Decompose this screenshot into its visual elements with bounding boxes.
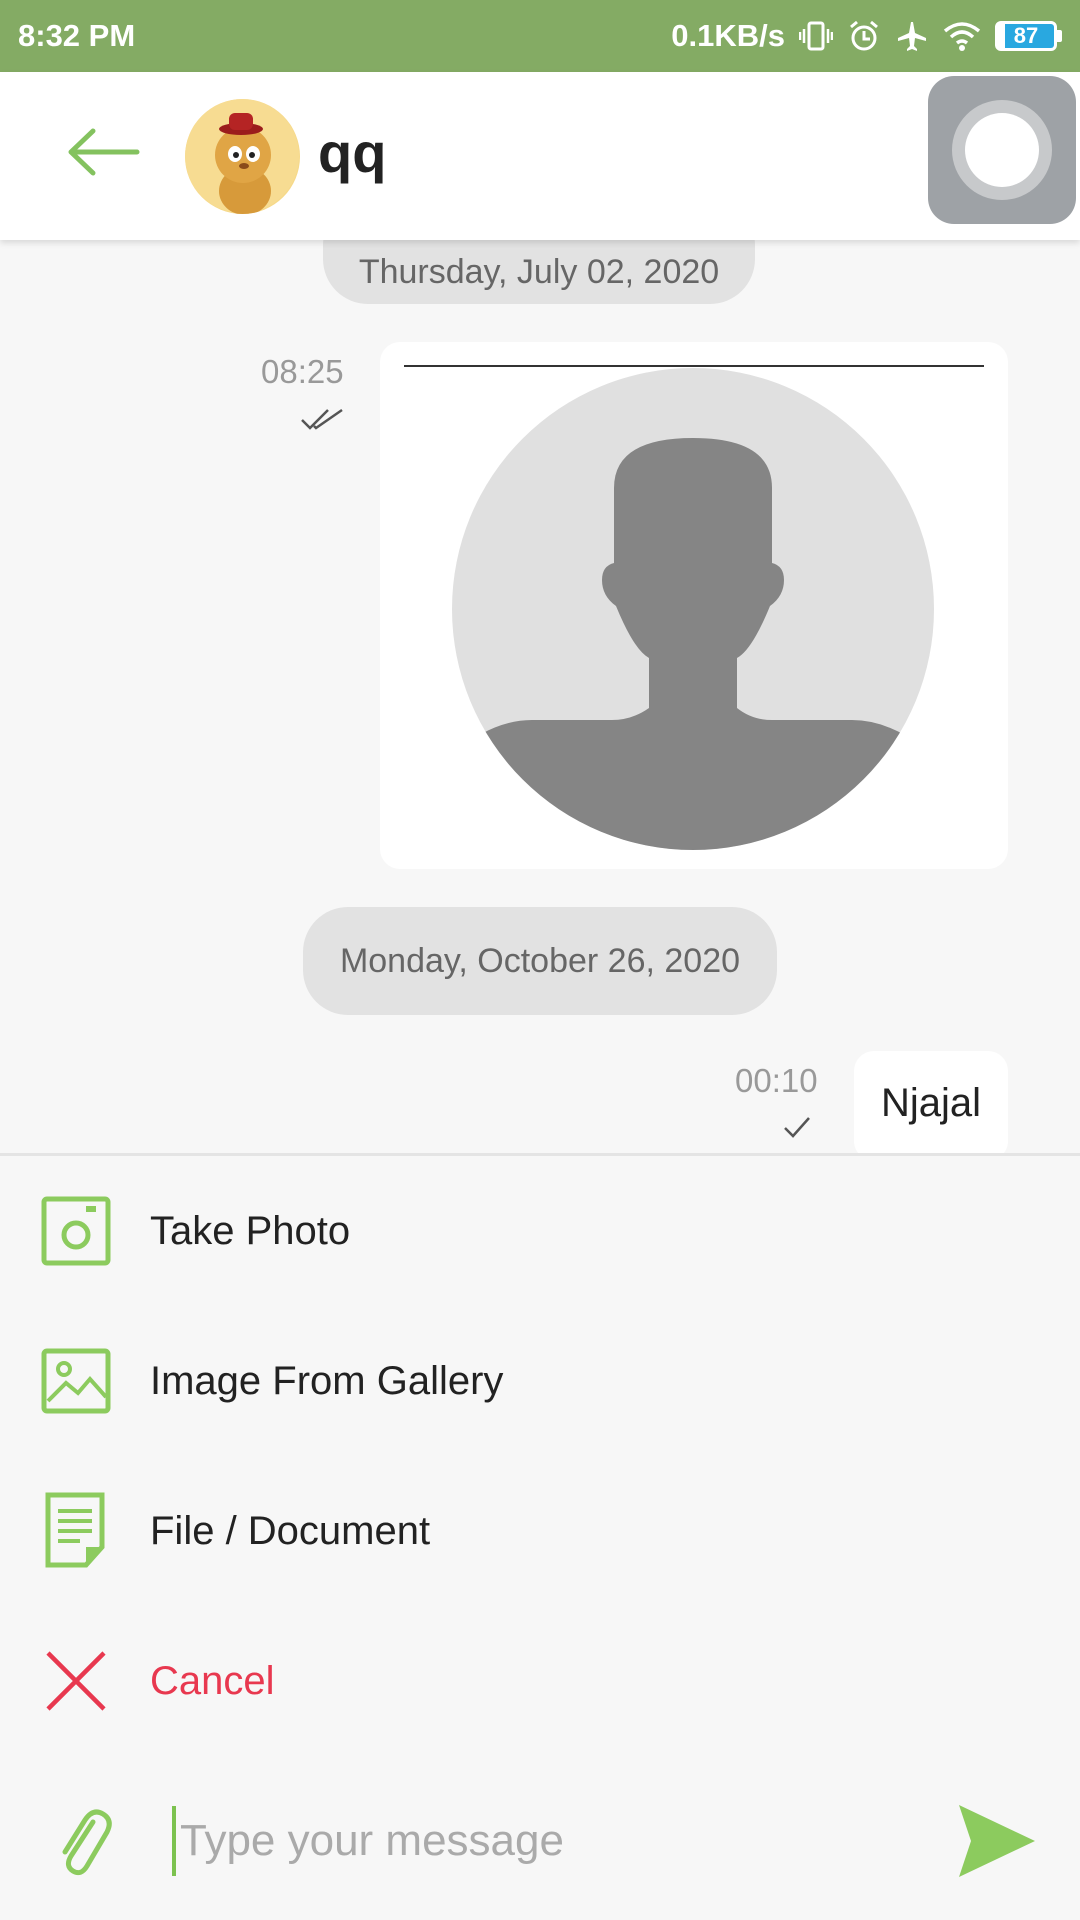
camera-icon bbox=[38, 1193, 114, 1269]
message-input[interactable] bbox=[172, 1806, 932, 1876]
attach-button[interactable] bbox=[48, 1802, 118, 1882]
image-divider bbox=[404, 365, 984, 367]
contact-avatar[interactable] bbox=[185, 99, 300, 214]
text-message[interactable]: Njajal bbox=[854, 1051, 1008, 1154]
gallery-icon bbox=[38, 1343, 114, 1419]
message-time: 00:10 bbox=[735, 1062, 818, 1099]
message-time: 08:25 bbox=[261, 353, 344, 390]
menu-item-cancel[interactable]: Cancel bbox=[0, 1606, 1080, 1756]
paperclip-icon bbox=[62, 1809, 112, 1876]
menu-item-take-photo[interactable]: Take Photo bbox=[0, 1156, 1080, 1306]
menu-item-label: Image From Gallery bbox=[150, 1358, 504, 1403]
status-time: 8:32 PM bbox=[18, 18, 136, 53]
message-composer bbox=[0, 1770, 1080, 1920]
back-button[interactable] bbox=[62, 122, 144, 182]
close-icon bbox=[38, 1643, 114, 1719]
send-button[interactable] bbox=[956, 1800, 1038, 1882]
chat-messages[interactable]: Thursday, July 02, 2020 08:25 Monday, Oc… bbox=[0, 240, 1080, 1154]
network-speed: 0.1KB/s bbox=[671, 18, 785, 53]
document-icon bbox=[38, 1492, 114, 1569]
vibrate-icon bbox=[799, 16, 833, 56]
message-text: Njajal bbox=[880, 1081, 982, 1125]
date-separator: Thursday, July 02, 2020 bbox=[323, 240, 755, 304]
person-placeholder-icon bbox=[452, 368, 934, 850]
wifi-icon bbox=[943, 16, 981, 56]
status-bar: 8:32 PM 0.1KB/s 87 bbox=[0, 0, 1080, 72]
menu-item-label: Take Photo bbox=[150, 1208, 351, 1253]
battery-level: 87 bbox=[1013, 23, 1039, 48]
menu-item-image-from-gallery[interactable]: Image From Gallery bbox=[0, 1306, 1080, 1456]
arrow-left-icon bbox=[68, 128, 140, 176]
image-message[interactable] bbox=[380, 342, 1008, 869]
alarm-icon bbox=[847, 16, 881, 56]
airplane-icon bbox=[895, 16, 929, 56]
assistive-touch-button[interactable] bbox=[928, 76, 1076, 224]
check-icon bbox=[784, 1117, 810, 1138]
battery-icon: 87 bbox=[995, 21, 1062, 51]
menu-item-label: File / Document bbox=[150, 1508, 431, 1553]
date-separator: Monday, October 26, 2020 bbox=[303, 907, 777, 1015]
status-icons: 0.1KB/s 87 bbox=[671, 16, 1062, 56]
chat-header: qq bbox=[0, 72, 1080, 240]
double-check-icon bbox=[301, 408, 343, 430]
send-icon bbox=[959, 1805, 1035, 1877]
menu-item-label: Cancel bbox=[150, 1658, 275, 1703]
contact-name[interactable]: qq bbox=[318, 120, 386, 185]
menu-item-file-document[interactable]: File / Document bbox=[0, 1456, 1080, 1606]
